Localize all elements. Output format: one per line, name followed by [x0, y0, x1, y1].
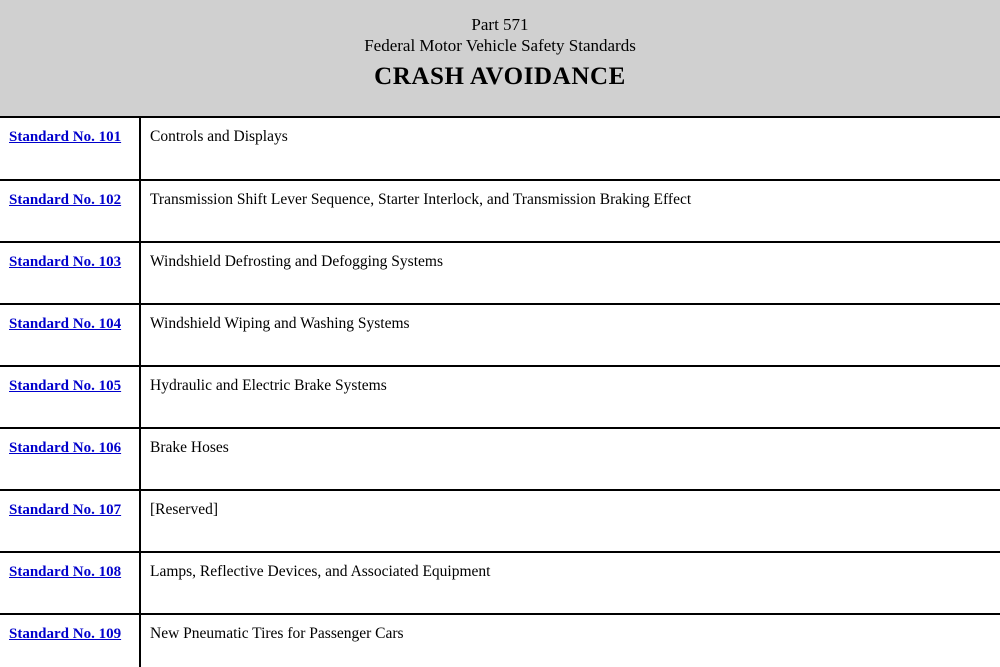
- table-row: Standard No. 106 Brake Hoses: [0, 428, 1000, 491]
- standard-number-cell: Standard No. 102: [0, 180, 141, 243]
- standard-title-cell: Controls and Displays: [140, 118, 1000, 181]
- standard-title-text: Brake Hoses: [150, 439, 229, 456]
- standard-link-101[interactable]: Standard No. 101: [9, 129, 121, 145]
- standard-title-cell: Windshield Defrosting and Defogging Syst…: [140, 242, 1000, 305]
- standard-title-cell: Windshield Wiping and Washing Systems: [140, 304, 1000, 367]
- table-row: Standard No. 107 [Reserved]: [0, 490, 1000, 553]
- standard-link-102[interactable]: Standard No. 102: [9, 192, 121, 208]
- standard-title-cell: Brake Hoses: [140, 428, 1000, 491]
- standard-title-cell: [Reserved]: [140, 490, 1000, 553]
- standard-link-109[interactable]: Standard No. 109: [9, 626, 121, 642]
- standard-title-text: Controls and Displays: [150, 128, 288, 145]
- standard-title-cell: New Pneumatic Tires for Passenger Cars: [140, 614, 1000, 667]
- standard-title-cell: Hydraulic and Electric Brake Systems: [140, 366, 1000, 429]
- standard-number-cell: Standard No. 109: [0, 614, 141, 667]
- standard-link-103[interactable]: Standard No. 103: [9, 254, 121, 270]
- standard-number-cell: Standard No. 106: [0, 428, 141, 491]
- standard-link-105[interactable]: Standard No. 105: [9, 378, 121, 394]
- standard-link-107[interactable]: Standard No. 107: [9, 502, 121, 518]
- document-subtitle: Federal Motor Vehicle Safety Standards: [364, 36, 636, 55]
- standard-title-cell: Lamps, Reflective Devices, and Associate…: [140, 552, 1000, 615]
- table-row: Standard No. 104 Windshield Wiping and W…: [0, 304, 1000, 367]
- standard-number-cell: Standard No. 101: [0, 118, 141, 181]
- standard-link-104[interactable]: Standard No. 104: [9, 316, 121, 332]
- standard-number-cell: Standard No. 104: [0, 304, 141, 367]
- standard-number-cell: Standard No. 105: [0, 366, 141, 429]
- table-row: Standard No. 101 Controls and Displays: [0, 118, 1000, 181]
- document-masthead: Part 571 Federal Motor Vehicle Safety St…: [0, 0, 1000, 118]
- standard-title-text: Hydraulic and Electric Brake Systems: [150, 377, 387, 394]
- table-row: Standard No. 109 New Pneumatic Tires for…: [0, 614, 1000, 667]
- standards-table: Standard No. 101 Controls and Displays S…: [0, 118, 1000, 667]
- part-number-line: Part 571: [471, 15, 529, 34]
- standard-link-108[interactable]: Standard No. 108: [9, 564, 121, 580]
- document-page: Part 571 Federal Motor Vehicle Safety St…: [0, 0, 1000, 667]
- standard-title-text: Windshield Defrosting and Defogging Syst…: [150, 253, 443, 270]
- standard-link-106[interactable]: Standard No. 106: [9, 440, 121, 456]
- table-row: Standard No. 105 Hydraulic and Electric …: [0, 366, 1000, 429]
- standard-number-cell: Standard No. 103: [0, 242, 141, 305]
- standard-title-text: Transmission Shift Lever Sequence, Start…: [150, 191, 692, 208]
- standard-title-text: [Reserved]: [150, 501, 218, 518]
- standard-title-text: New Pneumatic Tires for Passenger Cars: [150, 625, 404, 642]
- table-row: Standard No. 103 Windshield Defrosting a…: [0, 242, 1000, 305]
- standard-title-cell: Transmission Shift Lever Sequence, Start…: [140, 180, 1000, 243]
- table-row: Standard No. 108 Lamps, Reflective Devic…: [0, 552, 1000, 615]
- table-row: Standard No. 102 Transmission Shift Leve…: [0, 180, 1000, 243]
- standard-number-cell: Standard No. 108: [0, 552, 141, 615]
- standard-number-cell: Standard No. 107: [0, 490, 141, 553]
- standard-title-text: Windshield Wiping and Washing Systems: [150, 315, 410, 332]
- standard-title-text: Lamps, Reflective Devices, and Associate…: [150, 563, 491, 580]
- page-title: CRASH AVOIDANCE: [374, 63, 626, 90]
- standards-table-body: Standard No. 101 Controls and Displays S…: [0, 118, 1000, 667]
